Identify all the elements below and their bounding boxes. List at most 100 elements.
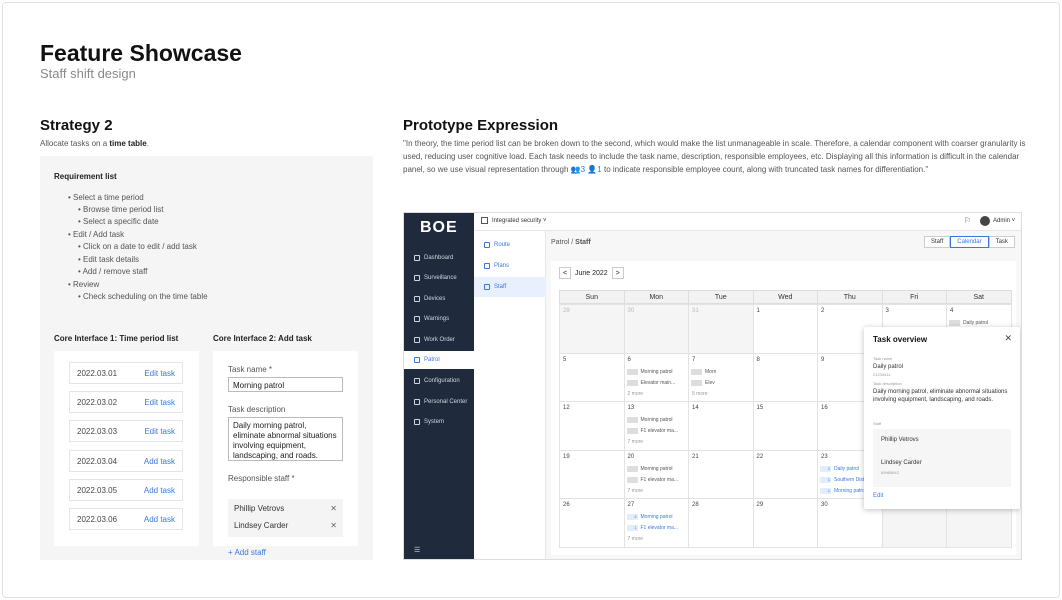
nav-patrol[interactable]: Patrol <box>404 351 474 369</box>
more-tasks-link[interactable]: 5 more <box>692 391 708 397</box>
calendar-day-cell[interactable]: 15 <box>752 401 818 451</box>
task-item[interactable]: Daily patrol <box>949 320 988 326</box>
calendar-day-cell[interactable]: 6 Morning patrol Elevator main... 2 more <box>623 352 689 402</box>
add-task-form: Task name * Morning patrol Task descript… <box>213 351 358 557</box>
remove-staff-icon[interactable]: ✕ <box>330 504 337 513</box>
view-switcher: Staff Calendar Task <box>924 236 1015 248</box>
nav-devices[interactable]: Devices <box>404 290 474 308</box>
staff-count-icon <box>691 368 702 375</box>
time-period-row[interactable]: 2022.03.05 Add task <box>69 479 183 501</box>
nav-label: System <box>424 419 445 425</box>
breadcrumb-parent[interactable]: Patrol <box>551 239 569 246</box>
day-header: Tue <box>688 290 754 304</box>
task-item[interactable]: Elev <box>691 379 715 386</box>
calendar-day-cell[interactable]: 8 <box>752 352 818 402</box>
subnav-plans[interactable]: Plans <box>474 256 546 276</box>
module-selector[interactable]: Integrated security ˅ <box>492 218 547 224</box>
time-period-row[interactable]: 2022.03.04 Add task <box>69 450 183 472</box>
task-label: Morning patrol <box>834 487 866 494</box>
nav-surveillance[interactable]: Surveillance <box>404 269 474 287</box>
patrol-icon <box>414 357 420 363</box>
nav-personal-center[interactable]: Personal Center <box>404 393 474 411</box>
month-label: June 2022 <box>575 269 608 277</box>
notification-icon[interactable]: ⚐ <box>964 216 971 225</box>
day-number: 21 <box>692 453 699 460</box>
next-month-button[interactable]: > <box>611 267 624 279</box>
task-name-input[interactable]: Morning patrol <box>228 377 343 392</box>
task-item[interactable]: Morning patrol <box>626 465 672 472</box>
prev-month-button[interactable]: < <box>559 267 571 279</box>
calendar-day-cell[interactable]: 20 Morning patrol F1 elevator ma... 7 more <box>623 449 689 499</box>
task-item[interactable]: Morning patrol <box>626 417 672 423</box>
dashboard-icon <box>414 255 420 261</box>
add-task-link[interactable]: Add task <box>144 486 175 495</box>
req-item: • Check scheduling on the time table <box>78 292 208 301</box>
calendar-day-cell[interactable]: 7 Morn Elev 5 more <box>688 352 754 402</box>
time-period-list: 2022.03.01 Edit task 2022.03.02 Edit task … <box>54 351 199 546</box>
edit-task-link[interactable]: Edit task <box>144 398 175 407</box>
calendar-day-cell[interactable]: 29 <box>559 304 625 354</box>
route-icon <box>484 242 490 248</box>
staff-icon <box>484 284 490 290</box>
calendar-day-cell[interactable]: 30 <box>623 304 689 354</box>
calendar-day-cell[interactable]: 12 <box>559 401 625 451</box>
view-task-button[interactable]: Task <box>988 236 1015 248</box>
nav-system[interactable]: System <box>404 413 474 431</box>
time-period-row[interactable]: 2022.03.03 Edit task <box>69 420 183 442</box>
nav-work-order[interactable]: Work Order <box>404 331 474 349</box>
task-description-input[interactable]: Daily morning patrol, eliminate abnormal… <box>228 417 343 461</box>
view-calendar-button[interactable]: Calendar <box>950 236 989 248</box>
task-item[interactable]: 1Morning patrol <box>820 487 866 494</box>
subnav-route[interactable]: Route <box>474 235 546 255</box>
calendar-day-cell[interactable]: 19 <box>559 449 625 499</box>
remove-staff-icon[interactable]: ✕ <box>330 521 337 530</box>
task-item[interactable]: 1 F1 elevator ma... <box>626 525 678 531</box>
edit-task-link[interactable]: Edit task <box>144 427 175 436</box>
time-period-row[interactable]: 2022.03.02 Edit task <box>69 391 183 413</box>
calendar-day-cell[interactable]: 13 Morning patrol F1 elevator ma... 7 more <box>623 401 689 451</box>
task-item[interactable]: Morning patrol <box>626 368 672 375</box>
add-task-link[interactable]: Add task <box>144 457 175 466</box>
page-title: Feature Showcase <box>40 40 242 66</box>
task-item[interactable]: F1 elevator ma... <box>626 428 678 434</box>
edit-task-link[interactable]: Edit task <box>144 369 175 378</box>
calendar-day-cell[interactable]: 28 <box>688 498 754 548</box>
req-item: • Select a specific date <box>78 217 159 226</box>
time-period-row[interactable]: 2022.03.01 Edit task <box>69 362 183 384</box>
calendar-day-cell[interactable]: 29 <box>752 498 818 548</box>
more-tasks-link[interactable]: 2 more <box>628 391 644 397</box>
plans-icon <box>484 263 490 269</box>
task-item[interactable]: 2 Daily patrol <box>820 465 859 472</box>
nav-warnings[interactable]: Warnings <box>404 310 474 328</box>
view-staff-button[interactable]: Staff <box>924 236 951 248</box>
nav-configuration[interactable]: Configuration <box>404 372 474 390</box>
edit-task-link[interactable]: Edit <box>873 493 883 499</box>
calendar-day-cell[interactable]: 21 <box>688 449 754 499</box>
day-number: 23 <box>821 453 828 460</box>
more-tasks-link[interactable]: 7 more <box>628 439 644 445</box>
task-item[interactable]: F1 elevator ma... <box>626 476 678 483</box>
calendar-day-cell[interactable]: 1 <box>752 304 818 354</box>
calendar-day-cell[interactable]: 31 <box>688 304 754 354</box>
add-staff-link[interactable]: + Add staff <box>228 548 266 557</box>
subnav-staff[interactable]: Staff <box>474 277 546 297</box>
time-period-row[interactable]: 2022.03.06 Add task <box>69 508 183 530</box>
calendar-day-cell[interactable]: 27 3 Morning patrol 1 F1 elevator ma... 7 mor… <box>623 498 689 548</box>
calendar-day-cell[interactable]: 14 <box>688 401 754 451</box>
avatar[interactable] <box>980 216 990 226</box>
popup-title: Task overview <box>873 335 928 344</box>
nav-dashboard[interactable]: Dashboard <box>404 249 474 267</box>
collapse-menu-icon[interactable]: ☰ <box>414 546 420 554</box>
calendar-day-cell[interactable]: 22 <box>752 449 818 499</box>
task-item[interactable]: Morn <box>691 368 716 375</box>
add-task-link[interactable]: Add task <box>144 515 175 524</box>
task-item[interactable]: Elevator main... <box>626 379 675 386</box>
calendar-day-cell[interactable]: 26 <box>559 498 625 548</box>
task-item[interactable]: 3 Morning patrol <box>626 514 672 520</box>
more-tasks-link[interactable]: 7 more <box>628 488 644 494</box>
close-icon[interactable]: ✕ <box>1004 333 1012 344</box>
more-tasks-link[interactable]: 7 more <box>628 536 644 542</box>
user-menu[interactable]: Admin ˅ <box>993 218 1015 224</box>
calendar-day-cell[interactable]: 5 <box>559 352 625 402</box>
day-number: 19 <box>563 453 570 460</box>
